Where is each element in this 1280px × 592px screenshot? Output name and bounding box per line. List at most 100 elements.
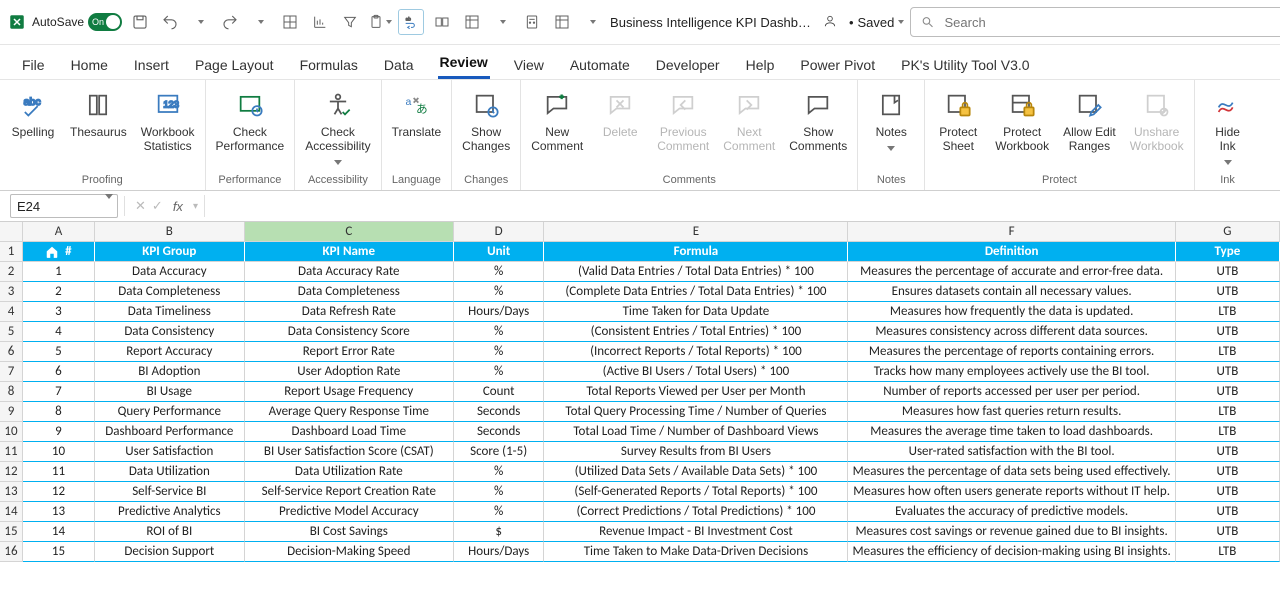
chart-icon[interactable] — [308, 10, 332, 34]
protect-sheet-button[interactable]: Protect Sheet — [935, 86, 981, 154]
cell[interactable]: % — [454, 342, 544, 362]
undo-dropdown[interactable] — [188, 10, 212, 34]
redo-icon[interactable] — [218, 10, 242, 34]
cell[interactable]: % — [454, 262, 544, 282]
cell[interactable]: LTB — [1176, 422, 1280, 442]
cell[interactable]: Predictive Analytics — [95, 502, 245, 522]
cell[interactable]: 14 — [23, 522, 95, 542]
freeze-icon[interactable] — [550, 10, 574, 34]
row-header[interactable]: 10 — [0, 422, 23, 442]
cell[interactable]: UTB — [1176, 282, 1280, 302]
row-header[interactable]: 9 — [0, 402, 23, 422]
cell[interactable]: LTB — [1176, 302, 1280, 322]
row-header[interactable]: 13 — [0, 482, 23, 502]
tab-page-layout[interactable]: Page Layout — [193, 51, 276, 79]
tab-developer[interactable]: Developer — [654, 51, 722, 79]
cell[interactable]: UTB — [1176, 382, 1280, 402]
save-icon[interactable] — [128, 10, 152, 34]
cell[interactable]: LTB — [1176, 542, 1280, 562]
cell[interactable]: 7 — [23, 382, 95, 402]
row-header[interactable]: 4 — [0, 302, 23, 322]
row-header[interactable]: 5 — [0, 322, 23, 342]
cell[interactable]: Hours/Days — [454, 302, 544, 322]
cell[interactable]: Data Completeness — [95, 282, 245, 302]
cell[interactable]: 5 — [23, 342, 95, 362]
cell[interactable]: Measures the efficiency of decision-maki… — [848, 542, 1175, 562]
cell[interactable]: UTB — [1176, 442, 1280, 462]
cell[interactable]: BI Usage — [95, 382, 245, 402]
cell[interactable]: Hours/Days — [454, 542, 544, 562]
row-header[interactable]: 14 — [0, 502, 23, 522]
calc-icon[interactable] — [520, 10, 544, 34]
thesaurus-button[interactable]: Thesaurus — [70, 86, 127, 140]
cell[interactable]: Data Utilization Rate — [245, 462, 454, 482]
cell[interactable]: BI Cost Savings — [245, 522, 454, 542]
chevron-down-icon[interactable]: ▾ — [193, 201, 198, 212]
cell[interactable]: Total Query Processing Time / Number of … — [544, 402, 848, 422]
tab-power-pivot[interactable]: Power Pivot — [798, 51, 877, 79]
cell[interactable]: 11 — [23, 462, 95, 482]
name-box[interactable]: E24 — [10, 194, 118, 218]
translate-button[interactable]: aあ Translate — [392, 86, 442, 140]
worksheet-grid[interactable]: A B C D E F G 1 #KPI GroupKPI NameUnitFo… — [0, 222, 1280, 592]
col-header-F[interactable]: F — [848, 222, 1175, 242]
cell[interactable]: Measures cost savings or revenue gained … — [848, 522, 1175, 542]
workbook-statistics-button[interactable]: 123 Workbook Statistics — [141, 86, 195, 154]
table-header-cell[interactable]: Formula — [544, 242, 848, 262]
col-header-C[interactable]: C — [245, 222, 454, 242]
cell[interactable]: (Utilized Data Sets / Available Data Set… — [544, 462, 848, 482]
cell[interactable]: UTB — [1176, 322, 1280, 342]
cell[interactable]: Report Usage Frequency — [245, 382, 454, 402]
cell[interactable]: Average Query Response Time — [245, 402, 454, 422]
undo-icon[interactable] — [158, 10, 182, 34]
cell[interactable]: Decision Support — [95, 542, 245, 562]
cell[interactable]: % — [454, 322, 544, 342]
cell[interactable]: LTB — [1176, 342, 1280, 362]
cell[interactable]: Decision-Making Speed — [245, 542, 454, 562]
row-header[interactable]: 3 — [0, 282, 23, 302]
cell[interactable]: % — [454, 362, 544, 382]
cell[interactable]: Measures the percentage of accurate and … — [848, 262, 1175, 282]
merge-icon[interactable] — [430, 10, 454, 34]
cell[interactable]: ROI of BI — [95, 522, 245, 542]
check-accessibility-button[interactable]: Check Accessibility — [305, 86, 370, 165]
format-dropdown[interactable] — [490, 10, 514, 34]
table-header-cell[interactable]: KPI Group — [95, 242, 245, 262]
cell[interactable]: Revenue Impact - BI Investment Cost — [544, 522, 848, 542]
cell[interactable]: 15 — [23, 542, 95, 562]
account-icon[interactable] — [823, 14, 837, 31]
table-header-cell[interactable]: KPI Name — [245, 242, 454, 262]
cell[interactable]: 2 — [23, 282, 95, 302]
filter-icon[interactable] — [338, 10, 362, 34]
cell[interactable]: Time Taken for Data Update — [544, 302, 848, 322]
cell[interactable]: Report Accuracy — [95, 342, 245, 362]
redo-dropdown[interactable] — [248, 10, 272, 34]
tab-automate[interactable]: Automate — [568, 51, 632, 79]
table-header-cell[interactable]: Definition — [848, 242, 1175, 262]
cell[interactable]: Data Accuracy — [95, 262, 245, 282]
cell[interactable]: Report Error Rate — [245, 342, 454, 362]
cell[interactable]: 1 — [23, 262, 95, 282]
format-icon[interactable] — [460, 10, 484, 34]
cell[interactable]: User Adoption Rate — [245, 362, 454, 382]
cell[interactable]: Survey Results from BI Users — [544, 442, 848, 462]
cell[interactable]: (Correct Predictions / Total Predictions… — [544, 502, 848, 522]
cell[interactable]: UTB — [1176, 362, 1280, 382]
show-comments-button[interactable]: Show Comments — [789, 86, 847, 154]
cell[interactable]: Count — [454, 382, 544, 402]
qat-customize-dropdown[interactable] — [580, 10, 604, 34]
cell[interactable]: UTB — [1176, 522, 1280, 542]
cell[interactable]: (Self-Generated Reports / Total Reports)… — [544, 482, 848, 502]
autosave-toggle[interactable]: AutoSave On — [32, 13, 122, 31]
cell[interactable]: 3 — [23, 302, 95, 322]
cell[interactable]: (Incorrect Reports / Total Reports) * 10… — [544, 342, 848, 362]
search-input[interactable] — [943, 14, 1280, 31]
cell[interactable]: Predictive Model Accuracy — [245, 502, 454, 522]
cell[interactable]: Self-Service Report Creation Rate — [245, 482, 454, 502]
col-header-E[interactable]: E — [544, 222, 848, 242]
tab-home[interactable]: Home — [69, 51, 110, 79]
cell[interactable]: Measures the average time taken to load … — [848, 422, 1175, 442]
cell[interactable]: Seconds — [454, 402, 544, 422]
cell[interactable]: (Valid Data Entries / Total Data Entries… — [544, 262, 848, 282]
paste-dropdown-icon[interactable] — [368, 10, 392, 34]
